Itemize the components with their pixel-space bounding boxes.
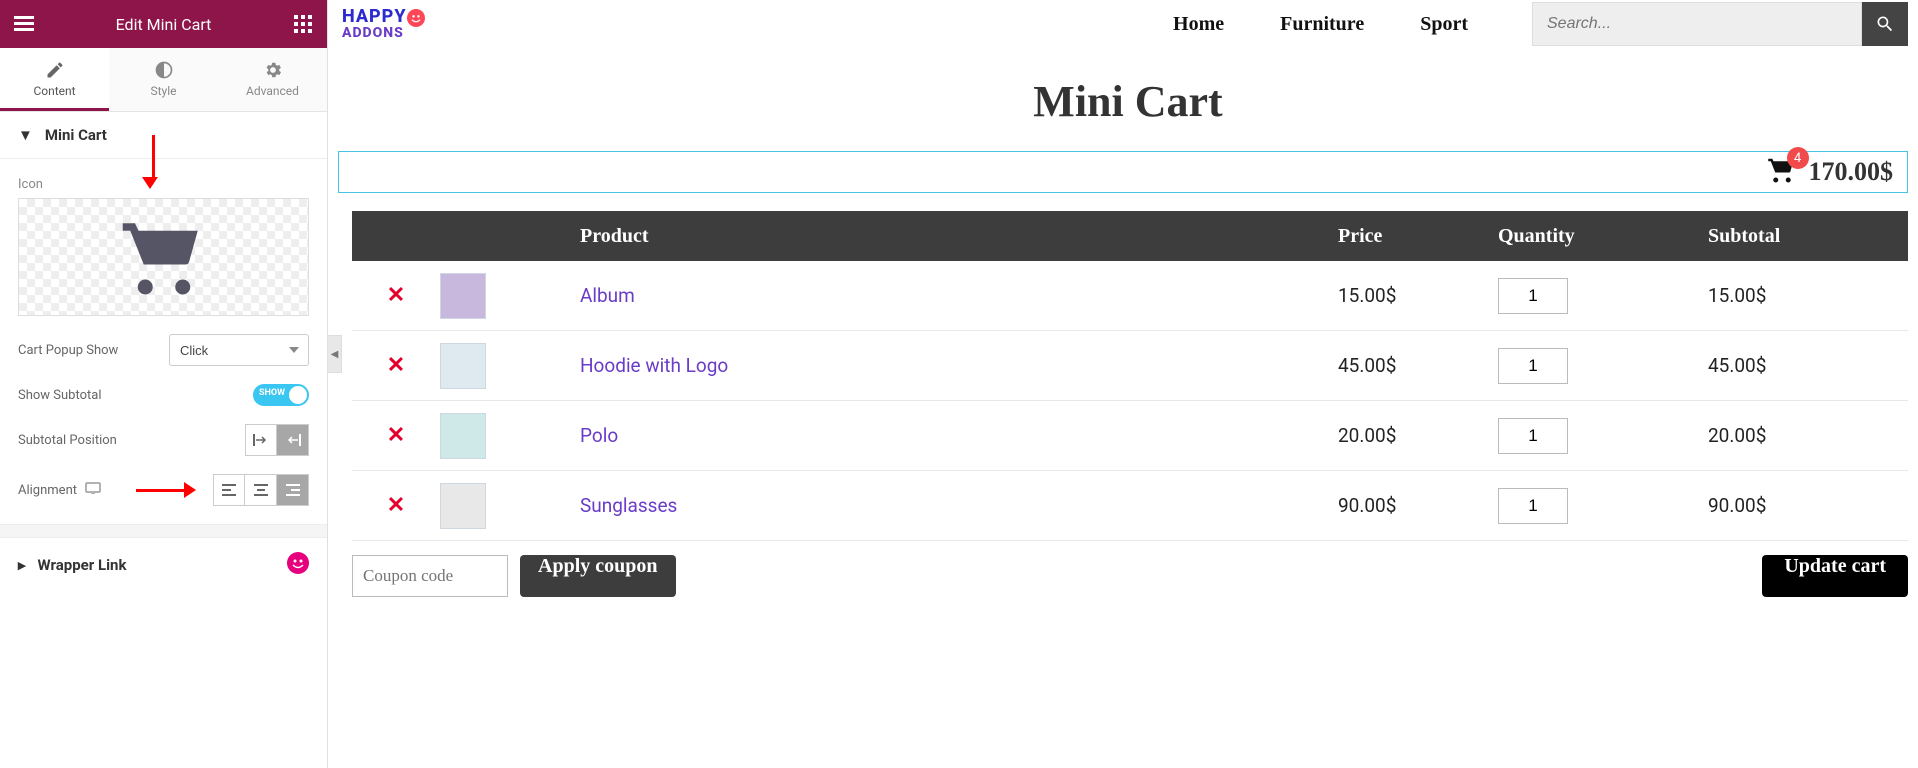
cell-subtotal: 20.00$: [1708, 424, 1908, 447]
panel-tabs: Content Style Advanced: [0, 48, 327, 112]
icon-label: Icon: [18, 177, 309, 192]
cart-table: Product Price Quantity Subtotal ✕ Album …: [352, 211, 1908, 541]
tab-style-label: Style: [150, 84, 176, 98]
section-mini-cart-label: Mini Cart: [45, 126, 107, 144]
toggle-show-label: SHOW: [259, 388, 285, 398]
product-thumb[interactable]: [440, 343, 486, 389]
coupon-input[interactable]: [352, 555, 508, 597]
subtotal-position-left[interactable]: [245, 424, 277, 456]
subtotal-position-label: Subtotal Position: [18, 433, 117, 448]
logo-line1: HAPPY: [342, 6, 407, 27]
show-subtotal-toggle[interactable]: SHOW: [253, 384, 309, 406]
search-button[interactable]: [1862, 2, 1908, 46]
preview-area: HAPPY ADDONS Home Furniture Sport Mini C…: [328, 0, 1918, 768]
tab-advanced-label: Advanced: [246, 84, 299, 98]
subtotal-position-right[interactable]: [277, 424, 309, 456]
nav-sport[interactable]: Sport: [1420, 13, 1468, 36]
align-left[interactable]: [213, 474, 245, 506]
page-title: Mini Cart: [338, 76, 1918, 127]
remove-button[interactable]: ✕: [352, 353, 440, 378]
tab-content-label: Content: [33, 84, 75, 98]
remove-button[interactable]: ✕: [352, 423, 440, 448]
toggle-knob: [289, 386, 307, 404]
icon-picker[interactable]: [18, 198, 309, 316]
section-wrapper-link[interactable]: ▸ Wrapper Link: [0, 538, 327, 592]
cart-popup-show-select[interactable]: [169, 334, 309, 366]
minicart-widget[interactable]: 4 170.00$: [338, 151, 1908, 193]
panel-header: Edit Mini Cart: [0, 0, 327, 48]
section-mini-cart-body: Icon Cart Popup Show Show Subtotal SHOW …: [0, 159, 327, 524]
panel-title: Edit Mini Cart: [38, 15, 289, 34]
alignment-group: [213, 474, 309, 506]
cart-icon[interactable]: 4: [1765, 155, 1799, 189]
annotation-arrow-right: [136, 482, 196, 498]
responsive-icon[interactable]: [85, 482, 101, 498]
quantity-input[interactable]: [1498, 418, 1568, 454]
happyaddons-badge-icon: [287, 552, 309, 578]
cell-price: 15.00$: [1338, 284, 1498, 307]
th-price: Price: [1338, 225, 1498, 248]
main-nav: Home Furniture Sport: [1173, 13, 1468, 36]
cell-price: 45.00$: [1338, 354, 1498, 377]
quantity-input[interactable]: [1498, 278, 1568, 314]
product-thumb[interactable]: [440, 483, 486, 529]
remove-button[interactable]: ✕: [352, 493, 440, 518]
nav-furniture[interactable]: Furniture: [1280, 13, 1364, 36]
cart-actions: Apply coupon Update cart: [352, 555, 1908, 597]
table-row: ✕ Hoodie with Logo 45.00$ 45.00$: [352, 331, 1908, 401]
product-link[interactable]: Sunglasses: [580, 494, 677, 517]
quantity-input[interactable]: [1498, 488, 1568, 524]
search-input[interactable]: [1532, 2, 1862, 46]
widgets-icon[interactable]: [289, 10, 317, 38]
minicart-total: 170.00$: [1809, 157, 1894, 187]
align-right[interactable]: [277, 474, 309, 506]
table-header: Product Price Quantity Subtotal: [352, 211, 1908, 261]
cell-price: 90.00$: [1338, 494, 1498, 517]
product-link[interactable]: Hoodie with Logo: [580, 354, 728, 377]
nav-home[interactable]: Home: [1173, 13, 1224, 36]
cart-count-badge: 4: [1787, 147, 1809, 169]
caret-right-icon: ▸: [18, 556, 26, 574]
subtotal-position-group: [245, 424, 309, 456]
update-cart-button[interactable]: Update cart: [1762, 555, 1908, 597]
tab-content[interactable]: Content: [0, 48, 109, 111]
align-center[interactable]: [245, 474, 277, 506]
annotation-arrow-down-head: [142, 177, 158, 189]
apply-coupon-button[interactable]: Apply coupon: [520, 555, 676, 597]
product-link[interactable]: Album: [580, 284, 635, 307]
logo-smiley-icon: [407, 10, 425, 26]
product-thumb[interactable]: [440, 413, 486, 459]
section-wrapper-link-label: Wrapper Link: [38, 556, 127, 574]
alignment-label: Alignment: [18, 483, 77, 498]
annotation-arrow-down: [152, 135, 155, 177]
table-row: ✕ Album 15.00$ 15.00$: [352, 261, 1908, 331]
th-subtotal: Subtotal: [1708, 225, 1908, 248]
cell-subtotal: 90.00$: [1708, 494, 1908, 517]
caret-down-icon: ▼: [18, 126, 33, 144]
th-product: Product: [570, 225, 1338, 248]
cell-subtotal: 15.00$: [1708, 284, 1908, 307]
menu-icon[interactable]: [10, 10, 38, 38]
cell-price: 20.00$: [1338, 424, 1498, 447]
logo-line2: ADDONS: [342, 27, 442, 40]
cart-popup-show-label: Cart Popup Show: [18, 343, 118, 358]
search-form: [1532, 2, 1908, 46]
quantity-input[interactable]: [1498, 348, 1568, 384]
site-topbar: HAPPY ADDONS Home Furniture Sport: [338, 0, 1918, 48]
cell-subtotal: 45.00$: [1708, 354, 1908, 377]
remove-button[interactable]: ✕: [352, 283, 440, 308]
product-link[interactable]: Polo: [580, 424, 618, 447]
tab-advanced[interactable]: Advanced: [218, 48, 327, 111]
tab-style[interactable]: Style: [109, 48, 218, 111]
section-mini-cart[interactable]: ▼ Mini Cart: [0, 112, 327, 159]
table-row: ✕ Polo 20.00$ 20.00$: [352, 401, 1908, 471]
site-logo[interactable]: HAPPY ADDONS: [342, 9, 442, 40]
product-thumb[interactable]: [440, 273, 486, 319]
show-subtotal-label: Show Subtotal: [18, 388, 102, 403]
th-quantity: Quantity: [1498, 225, 1708, 248]
editor-panel: Edit Mini Cart Content Style Advanced ▼ …: [0, 0, 328, 768]
table-row: ✕ Sunglasses 90.00$ 90.00$: [352, 471, 1908, 541]
